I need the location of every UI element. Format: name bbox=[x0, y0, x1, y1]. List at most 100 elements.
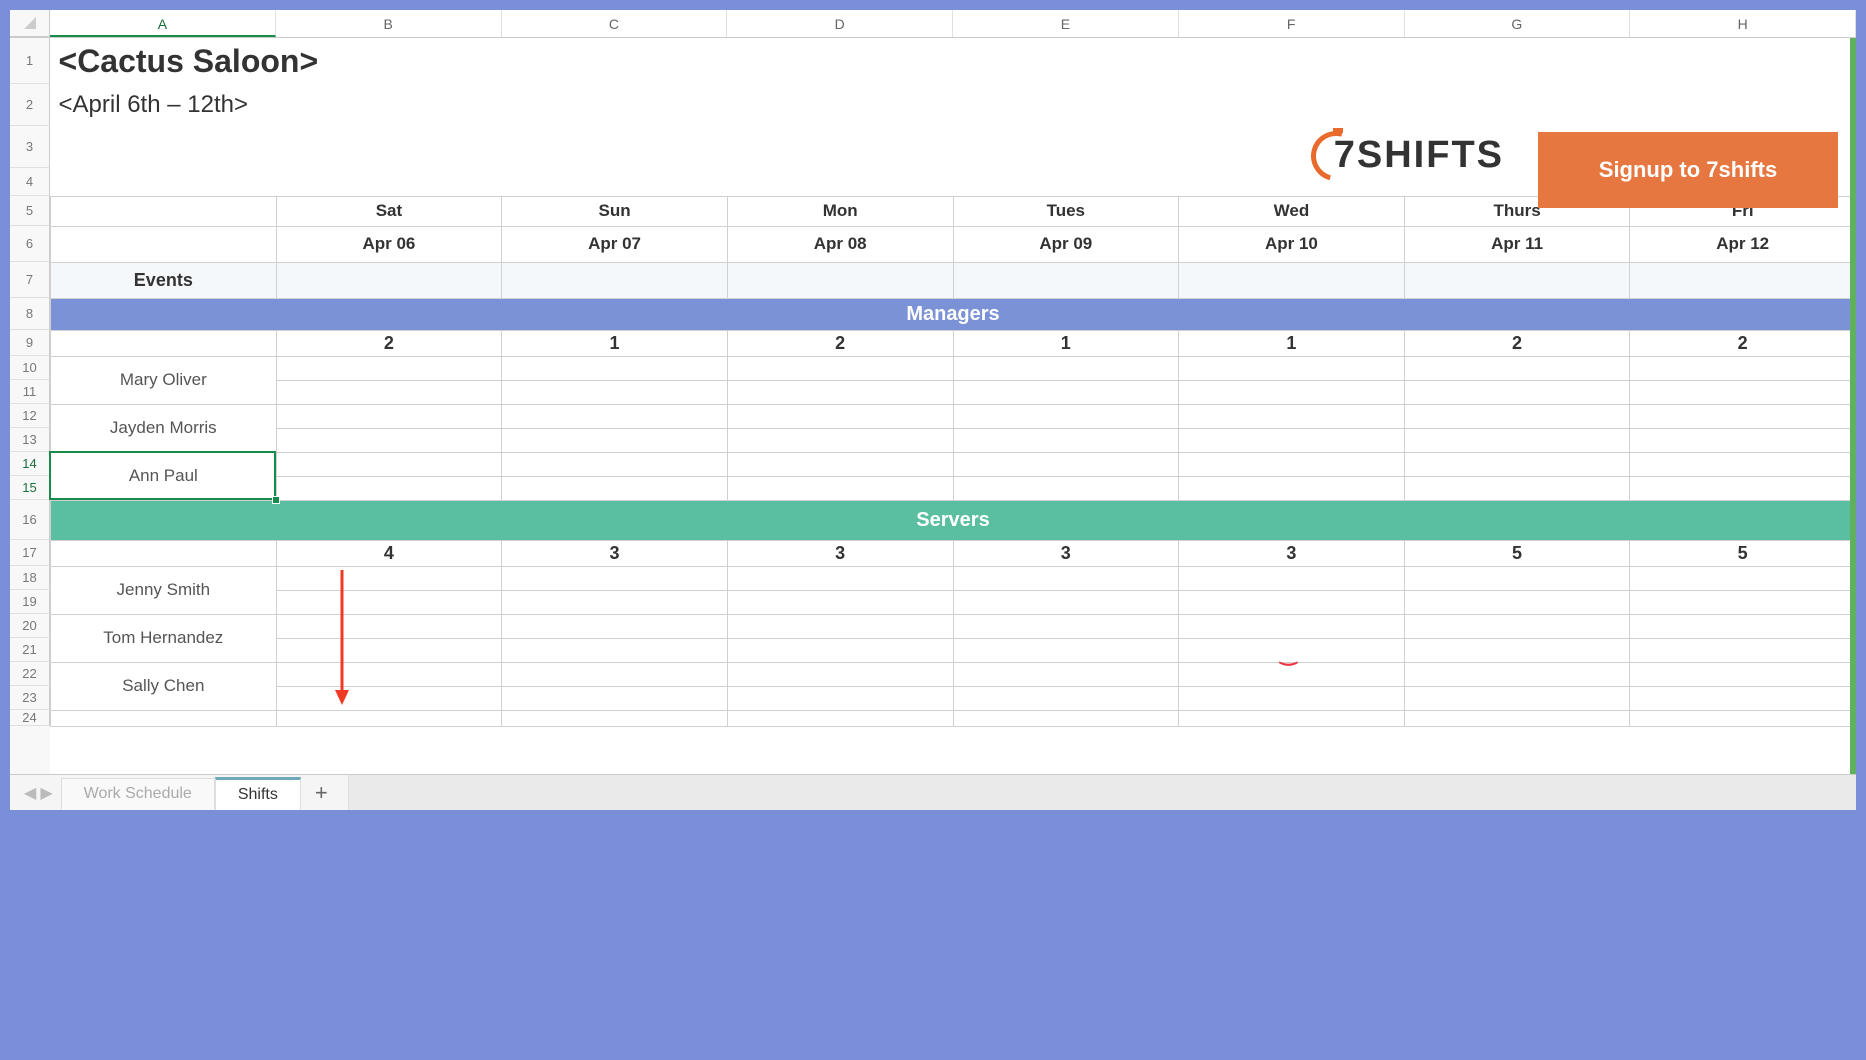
day-header[interactable]: Mon bbox=[727, 196, 953, 226]
fill-handle[interactable] bbox=[272, 496, 280, 504]
cell[interactable] bbox=[1179, 262, 1405, 298]
day-header[interactable]: Wed bbox=[1179, 196, 1405, 226]
cell[interactable] bbox=[51, 330, 277, 356]
title-cell[interactable]: <Cactus Saloon> bbox=[51, 38, 954, 84]
cell[interactable] bbox=[502, 380, 728, 404]
date-header[interactable]: Apr 07 bbox=[502, 226, 728, 262]
cell[interactable] bbox=[276, 614, 502, 638]
select-all-corner[interactable] bbox=[10, 10, 50, 37]
cell[interactable] bbox=[727, 710, 953, 726]
cell[interactable] bbox=[1404, 476, 1630, 500]
grid-cells[interactable]: <Cactus Saloon><April 6th – 12th>SatSunM… bbox=[50, 38, 1856, 774]
tab-work-schedule[interactable]: Work Schedule bbox=[61, 778, 215, 809]
cell[interactable] bbox=[727, 356, 953, 380]
cell[interactable] bbox=[276, 710, 502, 726]
date-header[interactable]: Apr 10 bbox=[1179, 226, 1405, 262]
cell[interactable] bbox=[276, 262, 502, 298]
cell[interactable] bbox=[1179, 476, 1405, 500]
cell[interactable] bbox=[1179, 84, 1405, 126]
cell[interactable] bbox=[1630, 356, 1856, 380]
row-header-2[interactable]: 2 bbox=[10, 84, 50, 126]
col-header-H[interactable]: H bbox=[1630, 10, 1856, 37]
manager-count[interactable]: 1 bbox=[953, 330, 1179, 356]
cell[interactable] bbox=[1630, 452, 1856, 476]
cell[interactable] bbox=[1404, 428, 1630, 452]
day-header[interactable]: Tues bbox=[953, 196, 1179, 226]
cell[interactable] bbox=[502, 638, 728, 662]
cell[interactable] bbox=[502, 168, 728, 196]
cell[interactable] bbox=[1404, 590, 1630, 614]
cell[interactable] bbox=[953, 428, 1179, 452]
cell[interactable] bbox=[953, 566, 1179, 590]
cell[interactable] bbox=[1630, 662, 1856, 686]
cell[interactable] bbox=[276, 590, 502, 614]
cell[interactable] bbox=[1630, 428, 1856, 452]
managers-section-header[interactable]: Managers bbox=[51, 298, 1856, 330]
subtitle-cell[interactable]: <April 6th – 12th> bbox=[51, 84, 954, 126]
server-count[interactable]: 4 bbox=[276, 540, 502, 566]
row-header-24[interactable]: 24 bbox=[10, 710, 50, 726]
row-header-19[interactable]: 19 bbox=[10, 590, 50, 614]
cell[interactable] bbox=[276, 476, 502, 500]
server-count[interactable]: 5 bbox=[1630, 540, 1856, 566]
cell[interactable] bbox=[727, 428, 953, 452]
cell[interactable] bbox=[953, 662, 1179, 686]
events-label[interactable]: Events bbox=[51, 262, 277, 298]
cell[interactable] bbox=[502, 686, 728, 710]
cell[interactable] bbox=[953, 262, 1179, 298]
cell[interactable] bbox=[51, 540, 277, 566]
date-header[interactable]: Apr 08 bbox=[727, 226, 953, 262]
cell[interactable] bbox=[502, 356, 728, 380]
day-header[interactable]: Sat bbox=[276, 196, 502, 226]
cell[interactable] bbox=[953, 380, 1179, 404]
row-header-20[interactable]: 20 bbox=[10, 614, 50, 638]
cell[interactable] bbox=[1404, 356, 1630, 380]
row-header-21[interactable]: 21 bbox=[10, 638, 50, 662]
cell[interactable] bbox=[1404, 404, 1630, 428]
cell[interactable] bbox=[1630, 686, 1856, 710]
cell[interactable] bbox=[51, 226, 277, 262]
cell[interactable] bbox=[953, 452, 1179, 476]
cell[interactable] bbox=[502, 262, 728, 298]
cell[interactable] bbox=[502, 428, 728, 452]
cell[interactable] bbox=[1179, 452, 1405, 476]
manager-name[interactable]: Jayden Morris bbox=[51, 404, 277, 452]
cell[interactable] bbox=[953, 84, 1179, 126]
cell[interactable] bbox=[727, 476, 953, 500]
server-count[interactable]: 3 bbox=[727, 540, 953, 566]
server-count[interactable]: 3 bbox=[1179, 540, 1405, 566]
row-header-5[interactable]: 5 bbox=[10, 196, 50, 226]
cell[interactable] bbox=[727, 168, 953, 196]
cell[interactable] bbox=[727, 452, 953, 476]
row-header-7[interactable]: 7 bbox=[10, 262, 50, 298]
row-header-16[interactable]: 16 bbox=[10, 500, 50, 540]
col-header-F[interactable]: F bbox=[1179, 10, 1405, 37]
add-sheet-button[interactable]: + bbox=[301, 776, 342, 810]
cell[interactable] bbox=[276, 356, 502, 380]
cell[interactable] bbox=[727, 686, 953, 710]
cell[interactable] bbox=[276, 404, 502, 428]
col-header-D[interactable]: D bbox=[727, 10, 953, 37]
cell[interactable] bbox=[1630, 476, 1856, 500]
cell[interactable] bbox=[727, 566, 953, 590]
cell[interactable] bbox=[276, 686, 502, 710]
cell[interactable] bbox=[1630, 614, 1856, 638]
manager-name[interactable]: Ann Paul bbox=[51, 452, 277, 500]
cell[interactable] bbox=[727, 638, 953, 662]
col-header-G[interactable]: G bbox=[1405, 10, 1631, 37]
cell[interactable] bbox=[1404, 710, 1630, 726]
col-header-E[interactable]: E bbox=[953, 10, 1179, 37]
manager-name[interactable]: Mary Oliver bbox=[51, 356, 277, 404]
manager-count[interactable]: 2 bbox=[727, 330, 953, 356]
date-header[interactable]: Apr 11 bbox=[1404, 226, 1630, 262]
cell[interactable] bbox=[953, 168, 1179, 196]
cell[interactable] bbox=[1179, 590, 1405, 614]
cell[interactable] bbox=[1404, 84, 1630, 126]
cell[interactable] bbox=[727, 662, 953, 686]
manager-count[interactable]: 2 bbox=[1630, 330, 1856, 356]
row-header-13[interactable]: 13 bbox=[10, 428, 50, 452]
server-name[interactable]: Tom Hernandez bbox=[51, 614, 277, 662]
cell[interactable] bbox=[953, 476, 1179, 500]
cell[interactable] bbox=[1404, 262, 1630, 298]
cell[interactable] bbox=[502, 452, 728, 476]
